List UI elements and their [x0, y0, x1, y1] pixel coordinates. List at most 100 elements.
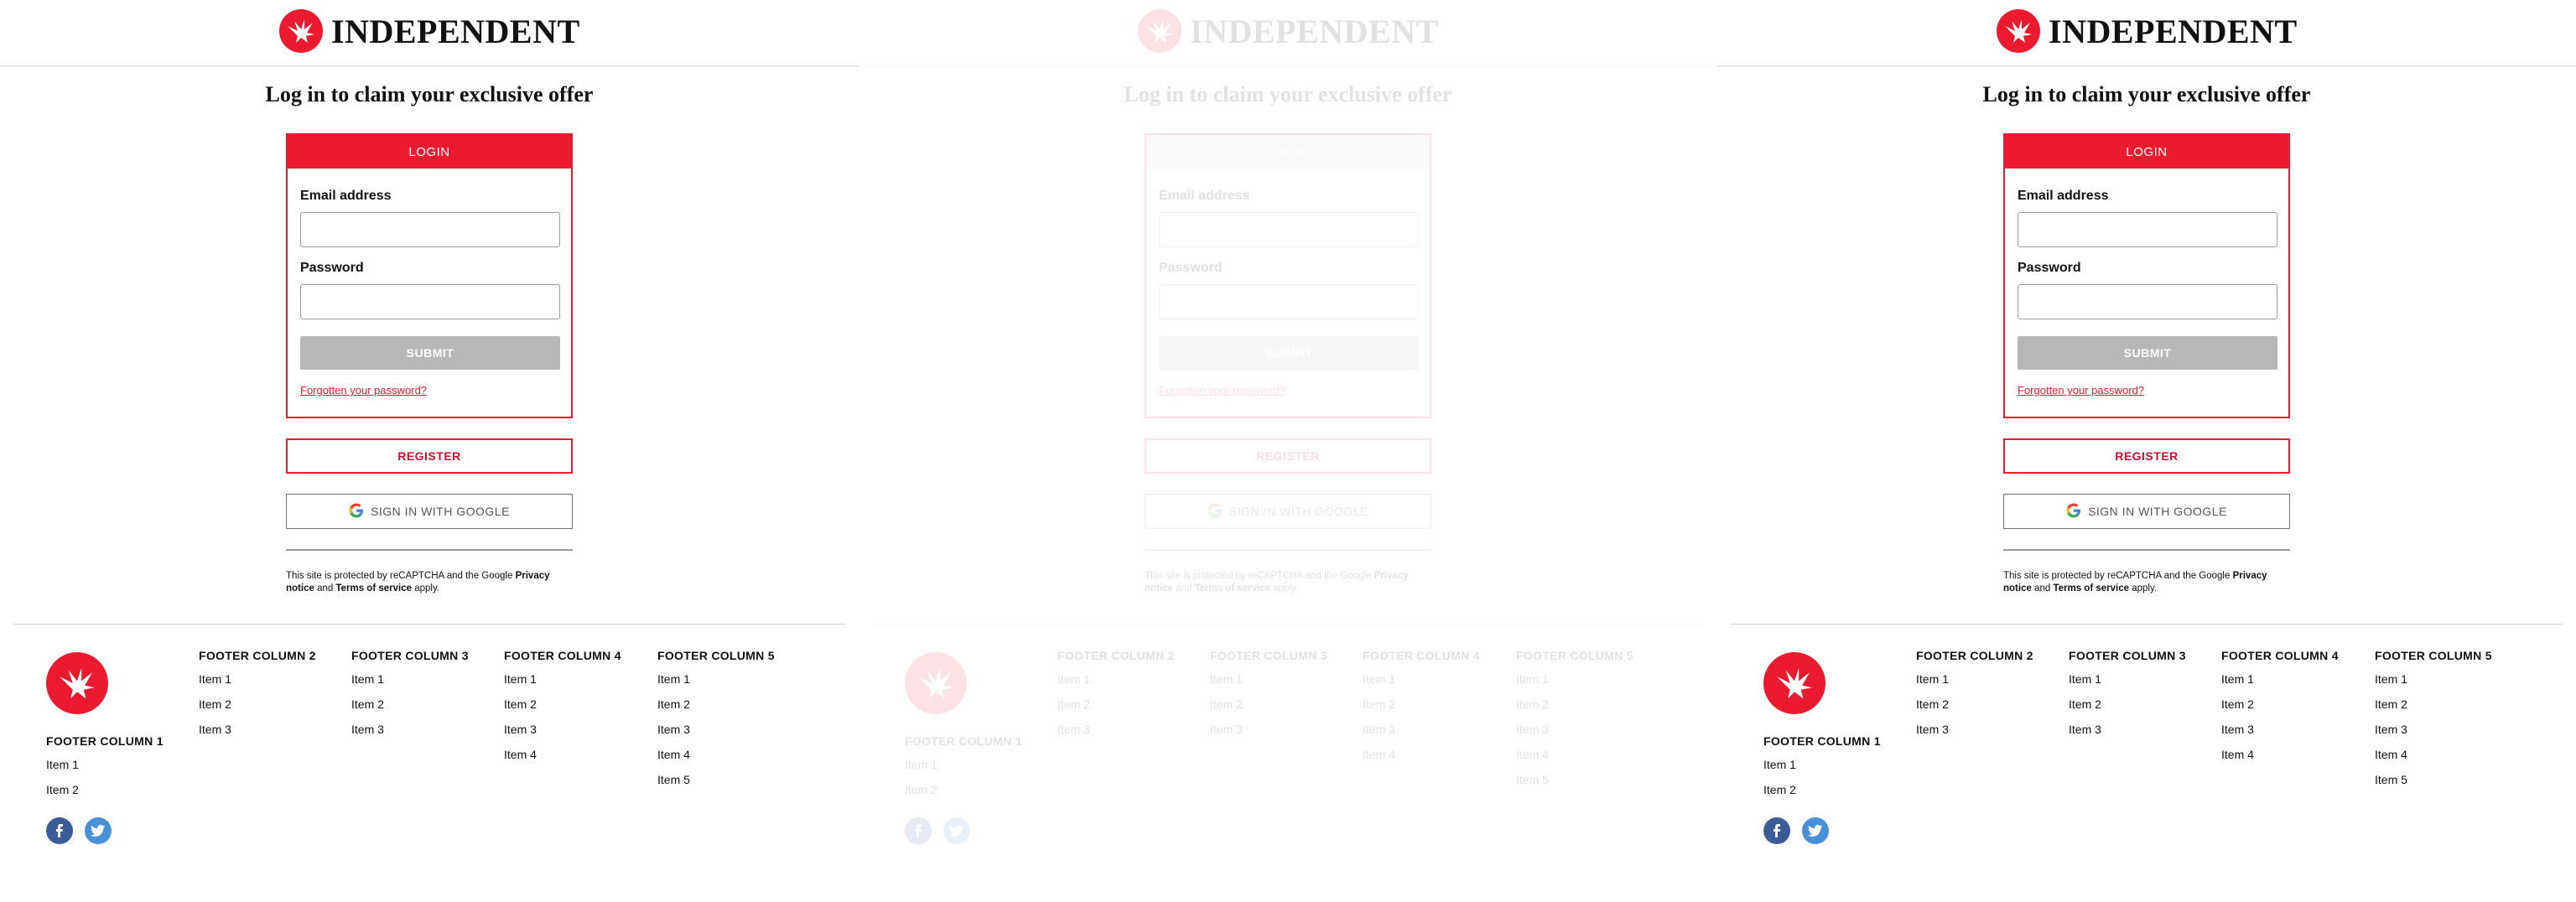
register-button[interactable]: REGISTER	[1145, 438, 1431, 474]
footer-link[interactable]: Item 1	[504, 671, 621, 696]
footer-link[interactable]: Item 1	[1916, 671, 2033, 696]
google-signin-button[interactable]: SIGN IN WITH GOOGLE	[2003, 494, 2290, 529]
terms-of-service-link[interactable]: Terms of service	[335, 583, 412, 594]
facebook-icon[interactable]	[1763, 817, 1790, 844]
tab-login[interactable]: LOGIN	[288, 135, 571, 168]
footer-link[interactable]: Item 2	[657, 696, 775, 721]
submit-button[interactable]: SUBMIT	[300, 336, 560, 370]
facebook-icon[interactable]	[46, 817, 73, 844]
password-field[interactable]	[300, 284, 560, 319]
forgot-password-link[interactable]: Forgotten your password?	[1159, 384, 1285, 397]
footer-link[interactable]: Item 3	[2069, 721, 2186, 746]
footer-link[interactable]: Item 2	[1916, 696, 2033, 721]
footer-link[interactable]: Item 2	[1363, 696, 1480, 721]
footer-link[interactable]: Item 1	[2069, 671, 2186, 696]
footer-link[interactable]: Item 1	[1363, 671, 1480, 696]
register-button[interactable]: REGISTER	[286, 438, 573, 474]
footer-link[interactable]: Item 2	[504, 696, 621, 721]
twitter-icon[interactable]	[85, 817, 112, 844]
footer-link[interactable]: Item 4	[657, 746, 775, 771]
footer-link[interactable]: Item 2	[905, 781, 1022, 806]
footer-link[interactable]: Item 5	[657, 771, 775, 796]
password-field[interactable]	[1159, 284, 1419, 319]
footer-link[interactable]: Item 1	[1210, 671, 1327, 696]
footer-link[interactable]: Item 5	[1516, 771, 1633, 796]
footer-column-4: FOOTER COLUMN 4 Item 1 Item 2 Item 3 Ite…	[1363, 649, 1480, 771]
password-label: Password	[1159, 261, 1223, 275]
terms-of-service-link[interactable]: Terms of service	[2053, 583, 2129, 594]
footer-eagle-logo-icon[interactable]	[1763, 652, 1826, 714]
footer-link[interactable]: Item 3	[351, 721, 469, 746]
brand[interactable]: INDEPENDENT	[279, 9, 580, 53]
footer-eagle-logo-icon[interactable]	[905, 652, 967, 714]
footer-link[interactable]: Item 1	[1516, 671, 1633, 696]
register-button[interactable]: REGISTER	[2003, 438, 2290, 474]
footer-link[interactable]: Item 4	[504, 746, 621, 771]
forgot-password-link[interactable]: Forgotten your password?	[2018, 384, 2144, 397]
footer-link[interactable]: Item 3	[2221, 721, 2339, 746]
google-signin-button[interactable]: SIGN IN WITH GOOGLE	[1145, 494, 1431, 529]
footer-link[interactable]: Item 1	[905, 756, 1022, 781]
email-field[interactable]	[2018, 212, 2277, 247]
footer-link[interactable]: Item 2	[1057, 696, 1175, 721]
twitter-icon[interactable]	[1802, 817, 1829, 844]
footer-link[interactable]: Item 1	[2221, 671, 2339, 696]
footer-eagle-logo-icon[interactable]	[46, 652, 108, 714]
footer-link[interactable]: Item 1	[351, 671, 469, 696]
footer-link[interactable]: Item 4	[1363, 746, 1480, 771]
email-field[interactable]	[300, 212, 560, 247]
footer-link[interactable]: Item 1	[657, 671, 775, 696]
tab-login[interactable]: LOGIN	[2005, 135, 2288, 168]
google-signin-button[interactable]: SIGN IN WITH GOOGLE	[286, 494, 573, 529]
footer-column-1: FOOTER COLUMN 1 Item 1 Item 2	[905, 734, 1022, 806]
terms-of-service-link[interactable]: Terms of service	[1194, 583, 1270, 594]
footer-column-title: FOOTER COLUMN 1	[1763, 734, 1881, 748]
footer-column-2: FOOTER COLUMN 2 Item 1 Item 2 Item 3	[1057, 649, 1175, 746]
footer-link[interactable]: Item 3	[2375, 721, 2492, 746]
footer-link[interactable]: Item 1	[199, 671, 316, 696]
footer-link[interactable]: Item 2	[1516, 696, 1633, 721]
password-field[interactable]	[2018, 284, 2277, 319]
footer-link[interactable]: Item 3	[1363, 721, 1480, 746]
login-form: LOGIN Email address Password SUBMIT Forg…	[286, 133, 573, 418]
footer-link[interactable]: Item 3	[199, 721, 316, 746]
footer-link[interactable]: Item 2	[46, 781, 164, 806]
footer-link[interactable]: Item 4	[2375, 746, 2492, 771]
footer-link[interactable]: Item 3	[504, 721, 621, 746]
footer-link[interactable]: Item 3	[1057, 721, 1175, 746]
forgot-password-link[interactable]: Forgotten your password?	[300, 384, 427, 397]
google-signin-label: SIGN IN WITH GOOGLE	[371, 505, 510, 518]
footer-link[interactable]: Item 2	[199, 696, 316, 721]
submit-button[interactable]: SUBMIT	[2018, 336, 2277, 370]
footer-link[interactable]: Item 4	[2221, 746, 2339, 771]
footer-link[interactable]: Item 3	[1210, 721, 1327, 746]
password-label: Password	[300, 261, 364, 275]
footer-link[interactable]: Item 2	[351, 696, 469, 721]
footer-link[interactable]: Item 3	[1516, 721, 1633, 746]
footer-link[interactable]: Item 2	[2221, 696, 2339, 721]
submit-button[interactable]: SUBMIT	[1159, 336, 1419, 370]
footer-column-title: FOOTER COLUMN 2	[1057, 649, 1175, 662]
footer-link[interactable]: Item 2	[1763, 781, 1881, 806]
footer-link[interactable]: Item 3	[1916, 721, 2033, 746]
brand[interactable]: INDEPENDENT	[1997, 9, 2298, 53]
footer-link[interactable]: Item 1	[1763, 756, 1881, 781]
email-field[interactable]	[1159, 212, 1419, 247]
footer-link[interactable]: Item 2	[2069, 696, 2186, 721]
email-label: Email address	[1159, 189, 1250, 203]
tab-login[interactable]: LOGIN	[1146, 135, 1430, 168]
footer-column-title: FOOTER COLUMN 3	[351, 649, 469, 662]
footer-link[interactable]: Item 2	[1210, 696, 1327, 721]
facebook-icon[interactable]	[905, 817, 932, 844]
footer-link[interactable]: Item 5	[2375, 771, 2492, 796]
footer-link[interactable]: Item 3	[657, 721, 775, 746]
footer-link[interactable]: Item 1	[1057, 671, 1175, 696]
twitter-icon[interactable]	[943, 817, 970, 844]
footer-link[interactable]: Item 4	[1516, 746, 1633, 771]
recaptcha-suffix: apply.	[1270, 583, 1299, 594]
email-label: Email address	[2018, 189, 2109, 203]
footer-link[interactable]: Item 1	[2375, 671, 2492, 696]
footer-link[interactable]: Item 2	[2375, 696, 2492, 721]
brand[interactable]: INDEPENDENT	[1138, 9, 1439, 53]
footer-link[interactable]: Item 1	[46, 756, 164, 781]
